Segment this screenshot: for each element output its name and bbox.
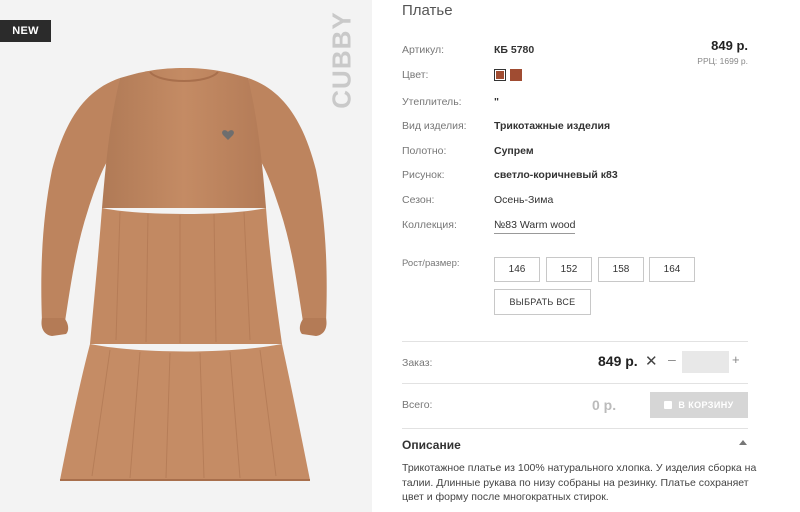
rrp-price: РРЦ: 1699 р. bbox=[697, 56, 748, 66]
season-label: Сезон: bbox=[402, 194, 435, 206]
insulation-label: Утеплитель: bbox=[402, 96, 462, 108]
collection-label: Коллекция: bbox=[402, 219, 457, 231]
cart-icon bbox=[664, 401, 673, 409]
order-label: Заказ: bbox=[402, 357, 433, 369]
size-button-152[interactable]: 152 bbox=[546, 257, 592, 282]
quantity-input[interactable] bbox=[682, 351, 729, 373]
article-label: Артикул: bbox=[402, 44, 445, 56]
type-label: Вид изделия: bbox=[402, 120, 467, 132]
cart-button-label: В КОРЗИНУ bbox=[678, 400, 734, 410]
collection-link[interactable]: №83 Warm wood bbox=[494, 219, 576, 234]
plus-button[interactable]: + bbox=[732, 352, 740, 367]
times-icon: ✕ bbox=[645, 353, 658, 370]
dress-image bbox=[41, 68, 327, 481]
divider bbox=[402, 428, 748, 429]
size-label: Рост/размер: bbox=[402, 258, 460, 269]
fabric-label: Полотно: bbox=[402, 145, 447, 157]
minus-button[interactable]: – bbox=[668, 351, 676, 367]
divider bbox=[402, 383, 748, 384]
order-price: 849 р. bbox=[598, 353, 638, 369]
product-title: Платье bbox=[402, 2, 453, 19]
pattern-value: светло-коричневый к83 bbox=[494, 169, 618, 181]
color-label: Цвет: bbox=[402, 69, 429, 81]
size-button-158[interactable]: 158 bbox=[598, 257, 644, 282]
insulation-value: " bbox=[494, 96, 499, 108]
size-button-146[interactable]: 146 bbox=[494, 257, 540, 282]
fabric-value: Супрем bbox=[494, 145, 534, 157]
color-swatch-selected[interactable] bbox=[494, 69, 506, 81]
divider bbox=[402, 341, 748, 342]
product-details: Платье Артикул: КБ 5780 849 р. РРЦ: 1699… bbox=[372, 0, 800, 512]
pattern-label: Рисунок: bbox=[402, 169, 445, 181]
add-to-cart-button[interactable]: В КОРЗИНУ bbox=[650, 392, 748, 418]
article-value: КБ 5780 bbox=[494, 44, 535, 56]
select-all-button[interactable]: ВЫБРАТЬ ВСЕ bbox=[494, 289, 591, 315]
description-text: Трикотажное платье из 100% натурального … bbox=[402, 462, 757, 503]
type-value: Трикотажные изделия bbox=[494, 120, 611, 132]
color-swatch[interactable] bbox=[510, 69, 522, 81]
description-title[interactable]: Описание bbox=[402, 438, 461, 452]
season-value: Осень-Зима bbox=[494, 194, 554, 206]
new-badge: NEW bbox=[0, 20, 51, 42]
collapse-caret-icon[interactable] bbox=[739, 440, 747, 445]
product-image-panel[interactable]: NEW CUBBY bbox=[0, 0, 372, 512]
price: 849 р. bbox=[711, 38, 748, 53]
size-button-164[interactable]: 164 bbox=[649, 257, 695, 282]
total-value: 0 р. bbox=[592, 397, 617, 413]
total-label: Всего: bbox=[402, 399, 433, 411]
